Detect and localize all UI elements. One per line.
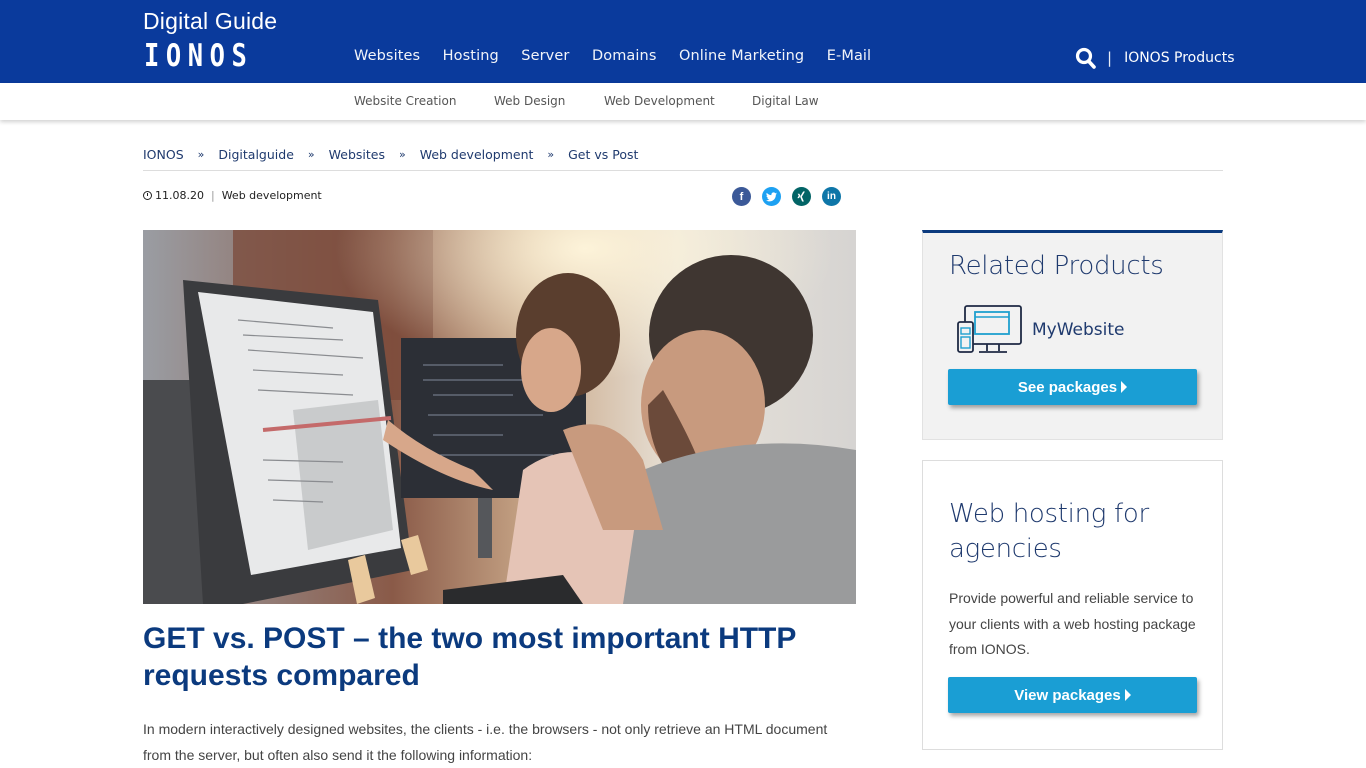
xing-icon[interactable]: [792, 187, 811, 206]
view-packages-button[interactable]: View packages: [948, 677, 1197, 713]
breadcrumb-separator: »: [398, 148, 406, 161]
top-header: Digital Guide IONOS Websites Hosting Ser…: [0, 0, 1366, 83]
view-packages-label: View packages: [1014, 686, 1121, 704]
clock-icon: [143, 191, 152, 200]
header-right: | IONOS Products: [1075, 46, 1235, 70]
see-packages-label: See packages: [1017, 378, 1118, 396]
linkedin-icon[interactable]: in: [822, 187, 841, 206]
product-name[interactable]: MyWebsite: [1032, 320, 1125, 340]
ionos-logo[interactable]: IONOS: [144, 38, 253, 74]
breadcrumb-digitalguide[interactable]: Digitalguide: [218, 147, 294, 170]
meta-category-link[interactable]: Web development: [222, 189, 322, 202]
social-share: f in: [732, 187, 841, 206]
publish-date: 11.08.20: [155, 189, 204, 202]
article-intro: In modern interactively designed website…: [143, 721, 828, 763]
main-nav: Websites Hosting Server Domains Online M…: [354, 48, 894, 64]
subnav-website-creation[interactable]: Website Creation: [354, 94, 456, 108]
breadcrumb-current[interactable]: Get vs Post: [568, 147, 638, 170]
breadcrumb-websites[interactable]: Websites: [329, 147, 385, 170]
web-hosting-promo-card: Web hosting for agencies Provide powerfu…: [922, 460, 1223, 750]
nav-domains[interactable]: Domains: [592, 48, 657, 64]
hero-illustration: [143, 230, 856, 604]
nav-hosting[interactable]: Hosting: [443, 48, 499, 64]
site-title[interactable]: Digital Guide: [143, 8, 277, 35]
nav-server[interactable]: Server: [521, 48, 569, 64]
subnav-web-development[interactable]: Web Development: [604, 94, 715, 108]
subnav-web-design[interactable]: Web Design: [494, 94, 565, 108]
nav-websites[interactable]: Websites: [354, 48, 420, 64]
promo-text: Provide powerful and reliable service to…: [949, 590, 1196, 657]
header-separator: |: [1107, 49, 1113, 67]
search-icon[interactable]: [1075, 46, 1097, 70]
nav-email[interactable]: E-Mail: [827, 48, 871, 64]
breadcrumb: IONOS » Digitalguide » Websites » Web de…: [143, 147, 1223, 171]
related-products-card: Related Products MyWebsite See packages: [922, 230, 1223, 440]
caret-right-icon: [1121, 381, 1128, 393]
breadcrumb-separator: »: [307, 148, 315, 161]
ionos-products-link[interactable]: IONOS Products: [1124, 50, 1234, 66]
facebook-icon[interactable]: f: [732, 187, 751, 206]
sub-nav: Website Creation Web Design Web Developm…: [0, 83, 1366, 120]
caret-right-icon: [1124, 689, 1131, 701]
breadcrumb-ionos[interactable]: IONOS: [143, 147, 184, 170]
breadcrumb-web-development[interactable]: Web development: [420, 147, 534, 170]
breadcrumb-separator: »: [197, 148, 205, 161]
related-products-title: Related Products: [949, 251, 1164, 281]
article-title: GET vs. POST – the two most important HT…: [143, 622, 796, 692]
subnav-digital-law[interactable]: Digital Law: [752, 94, 819, 108]
meta-separator: |: [210, 189, 215, 202]
nav-online-marketing[interactable]: Online Marketing: [679, 48, 804, 64]
promo-title: Web hosting for agencies: [949, 499, 1149, 564]
website-devices-icon: [957, 304, 1023, 360]
twitter-icon[interactable]: [762, 187, 781, 206]
article-meta: 11.08.20 | Web development: [143, 189, 322, 202]
breadcrumb-separator: »: [547, 148, 555, 161]
see-packages-button[interactable]: See packages: [948, 369, 1197, 405]
hero-image: [143, 230, 856, 604]
